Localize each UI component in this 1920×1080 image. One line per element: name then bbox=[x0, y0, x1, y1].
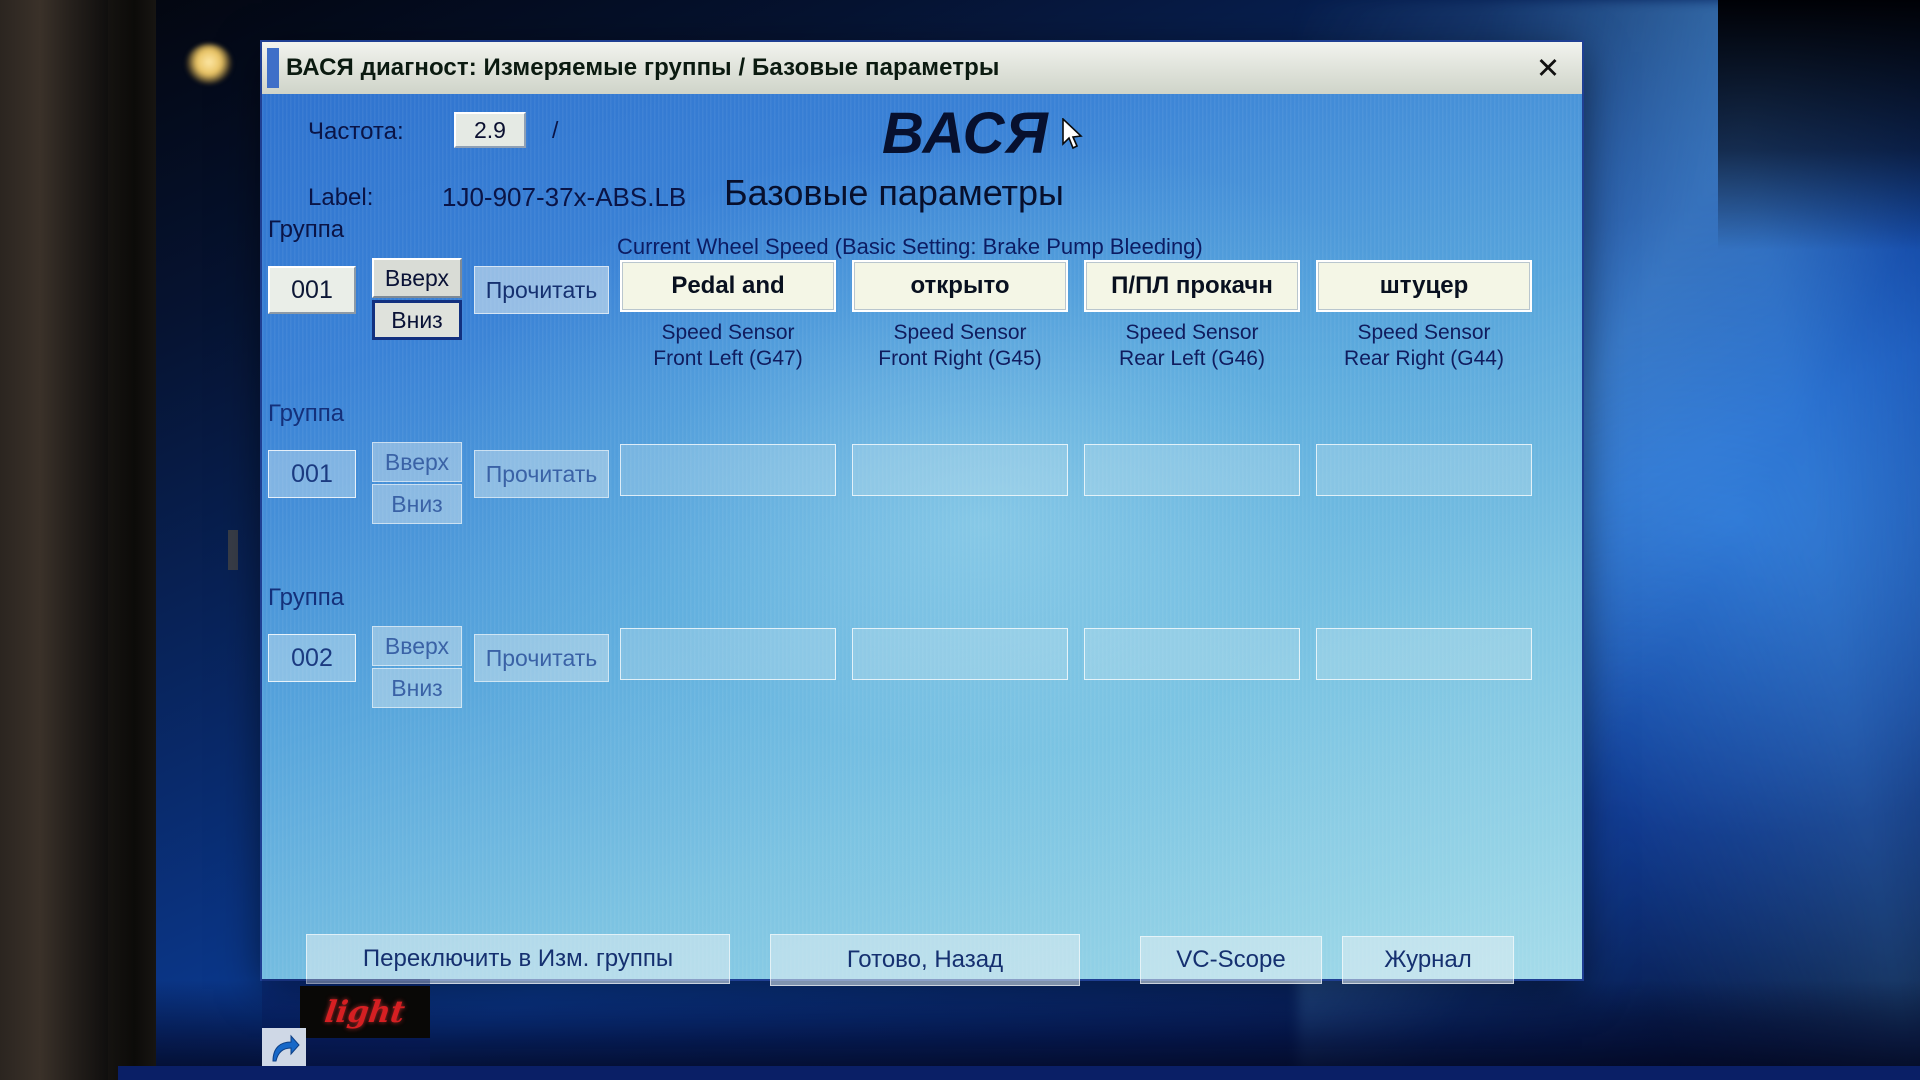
label-caption: Label: bbox=[308, 184, 374, 211]
read-button-1[interactable]: Прочитать bbox=[474, 266, 609, 314]
close-icon[interactable]: ✕ bbox=[1528, 52, 1568, 86]
group-up-button-1[interactable]: Вверх bbox=[372, 258, 462, 298]
sensor-caption-line2: Front Left (G47) bbox=[653, 347, 803, 370]
value-field-3-1[interactable] bbox=[620, 628, 836, 680]
group-number-2[interactable]: 001 bbox=[268, 450, 356, 498]
read-button-3[interactable]: Прочитать bbox=[474, 634, 609, 682]
value-field-1-4[interactable]: штуцер bbox=[1316, 260, 1532, 312]
read-button-2[interactable]: Прочитать bbox=[474, 450, 609, 498]
sensor-caption-line2: Front Right (G45) bbox=[878, 347, 1042, 370]
value-field-3-2[interactable] bbox=[852, 628, 1068, 680]
vc-scope-button[interactable]: VC-Scope bbox=[1140, 936, 1322, 984]
sensor-caption-line1: Speed Sensor bbox=[1125, 321, 1259, 344]
rate-label: Частота: bbox=[308, 118, 404, 145]
group-caption-1: Группа bbox=[268, 216, 345, 243]
sensor-caption-line2: Rear Left (G46) bbox=[1119, 347, 1265, 370]
group-up-button-3[interactable]: Вверх bbox=[372, 626, 462, 666]
dialog-subtitle: Базовые параметры bbox=[724, 172, 1064, 213]
sensor-caption-line1: Speed Sensor bbox=[1357, 321, 1491, 344]
photographed-screen-scene: ВАСЯ диагност: Измеряемые группы / Базов… bbox=[0, 0, 1920, 1080]
label-value: 1J0-907-37x-ABS.LB bbox=[442, 182, 687, 212]
rate-separator: / bbox=[552, 117, 559, 143]
sensor-caption-line1: Speed Sensor bbox=[661, 321, 795, 344]
group-down-button-3[interactable]: Вниз bbox=[372, 668, 462, 708]
value-field-2-2[interactable] bbox=[852, 444, 1068, 496]
group-down-button-1[interactable]: Вниз bbox=[372, 300, 462, 340]
sensor-caption-1-4: Speed Sensor Rear Right (G44) bbox=[1316, 320, 1532, 372]
window-title: ВАСЯ диагност: Измеряемые группы / Базов… bbox=[286, 54, 1000, 81]
bezel-notch bbox=[228, 530, 238, 570]
group-down-button-2[interactable]: Вниз bbox=[372, 484, 462, 524]
group-caption-3: Группа bbox=[268, 584, 345, 611]
group-up-button-2[interactable]: Вверх bbox=[372, 442, 462, 482]
sensor-caption-line1: Speed Sensor bbox=[893, 321, 1027, 344]
monitor-bezel bbox=[108, 0, 156, 1080]
window-titlebar[interactable]: ВАСЯ диагност: Измеряемые группы / Базов… bbox=[262, 42, 1582, 95]
rate-value-field[interactable]: 2.9 bbox=[454, 112, 526, 148]
taskbar-strip[interactable] bbox=[118, 1066, 1920, 1080]
sensor-caption-1-3: Speed Sensor Rear Left (G46) bbox=[1084, 320, 1300, 372]
journal-button[interactable]: Журнал bbox=[1342, 936, 1514, 984]
group-number-3[interactable]: 002 bbox=[268, 634, 356, 682]
group-caption-2: Группа bbox=[268, 400, 345, 427]
sensor-caption-1-2: Speed Sensor Front Right (G45) bbox=[852, 320, 1068, 372]
vasya-brand-logo: ВАСЯ bbox=[882, 101, 1049, 166]
section-header: Current Wheel Speed (Basic Setting: Brak… bbox=[617, 234, 1203, 259]
sensor-caption-line2: Rear Right (G44) bbox=[1344, 347, 1504, 370]
value-field-1-3[interactable]: П/ПЛ прокачн bbox=[1084, 260, 1300, 312]
value-field-1-2[interactable]: открыто bbox=[852, 260, 1068, 312]
lamp-reflection bbox=[186, 44, 232, 84]
screen-scanlines bbox=[262, 94, 1582, 979]
desk-surface bbox=[0, 0, 118, 1080]
titlebar-accent-bar bbox=[267, 48, 279, 88]
light-logo-text: light bbox=[322, 994, 408, 1030]
value-field-3-4[interactable] bbox=[1316, 628, 1532, 680]
wallpaper-vignette-top bbox=[1718, 0, 1920, 250]
value-field-2-4[interactable] bbox=[1316, 444, 1532, 496]
done-back-button[interactable]: Готово, Назад bbox=[770, 934, 1080, 986]
group-number-1[interactable]: 001 bbox=[268, 266, 356, 314]
switch-to-measuring-groups-button[interactable]: Переключить в Изм. группы bbox=[306, 934, 730, 984]
value-field-3-3[interactable] bbox=[1084, 628, 1300, 680]
value-field-2-1[interactable] bbox=[620, 444, 836, 496]
light-brand-logo: light bbox=[300, 986, 430, 1038]
value-field-1-1[interactable]: Pedal and bbox=[620, 260, 836, 312]
value-field-2-3[interactable] bbox=[1084, 444, 1300, 496]
sensor-caption-1-1: Speed Sensor Front Left (G47) bbox=[620, 320, 836, 372]
dialog-body: Частота: 2.9 / Label: 1J0-907-37x-ABS.LB… bbox=[262, 94, 1582, 986]
vasya-diagnostic-dialog: ВАСЯ диагност: Измеряемые группы / Базов… bbox=[262, 42, 1582, 986]
